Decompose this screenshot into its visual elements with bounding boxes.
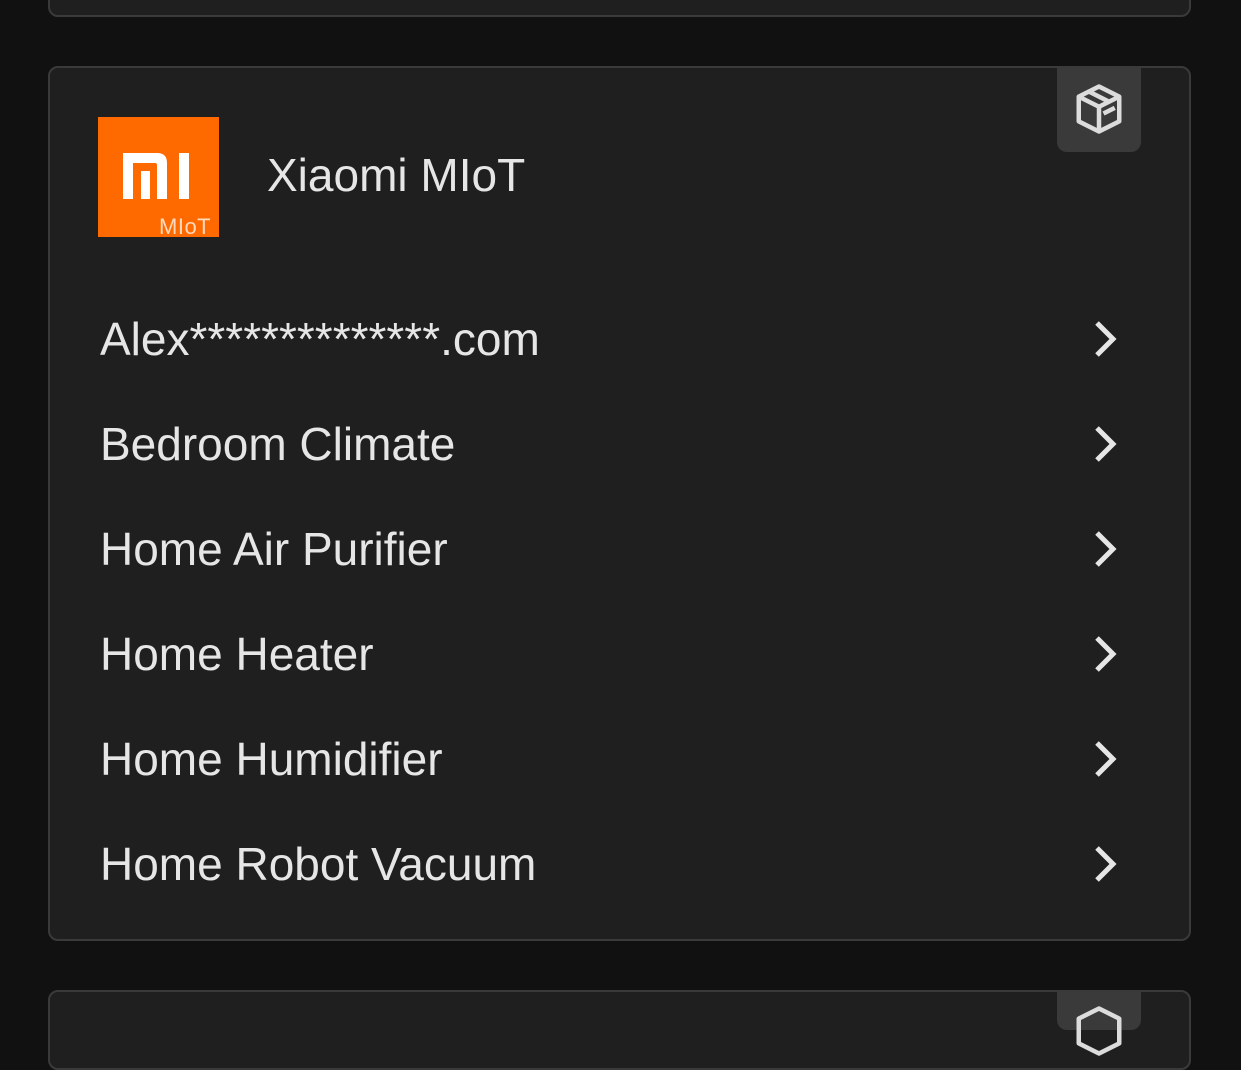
integration-card-above [48, 0, 1191, 17]
list-item-home-heater[interactable]: Home Heater [50, 601, 1189, 706]
entry-label: Home Humidifier [100, 732, 443, 785]
logo-subtext: MIoT [159, 214, 212, 237]
xiaomi-logo: MIoT [98, 117, 219, 237]
entry-label: Home Robot Vacuum [100, 837, 537, 890]
mi-logo-icon [123, 153, 189, 199]
custom-integration-badge[interactable] [1057, 66, 1141, 152]
integration-title: Xiaomi MIoT [267, 149, 526, 201]
entry-label: Home Heater [100, 627, 374, 680]
chevron-right-icon [1090, 634, 1120, 674]
chevron-right-icon [1090, 529, 1120, 569]
chevron-right-icon [1090, 739, 1120, 779]
package-icon [1076, 84, 1122, 134]
list-item-bedroom-climate[interactable]: Bedroom Climate [50, 391, 1189, 496]
entry-label: Home Air Purifier [100, 522, 448, 575]
integration-card-below [48, 990, 1191, 1070]
list-item-home-humidifier[interactable]: Home Humidifier [50, 706, 1189, 811]
list-item-home-robot-vacuum[interactable]: Home Robot Vacuum [50, 811, 1189, 916]
list-item-account[interactable]: Alex**************.com [50, 286, 1189, 391]
list-item-home-air-purifier[interactable]: Home Air Purifier [50, 496, 1189, 601]
custom-integration-badge[interactable] [1057, 990, 1141, 1056]
chevron-right-icon [1090, 844, 1120, 884]
entry-label: Alex**************.com [100, 312, 540, 365]
config-entry-list: Alex**************.com Bedroom Climate H… [50, 286, 1189, 916]
entry-label: Bedroom Climate [100, 417, 456, 470]
package-icon [1076, 1006, 1122, 1056]
integration-card: MIoT Xiaomi MIoT Alex**************.com … [48, 66, 1191, 941]
chevron-right-icon [1090, 319, 1120, 359]
chevron-right-icon [1090, 424, 1120, 464]
